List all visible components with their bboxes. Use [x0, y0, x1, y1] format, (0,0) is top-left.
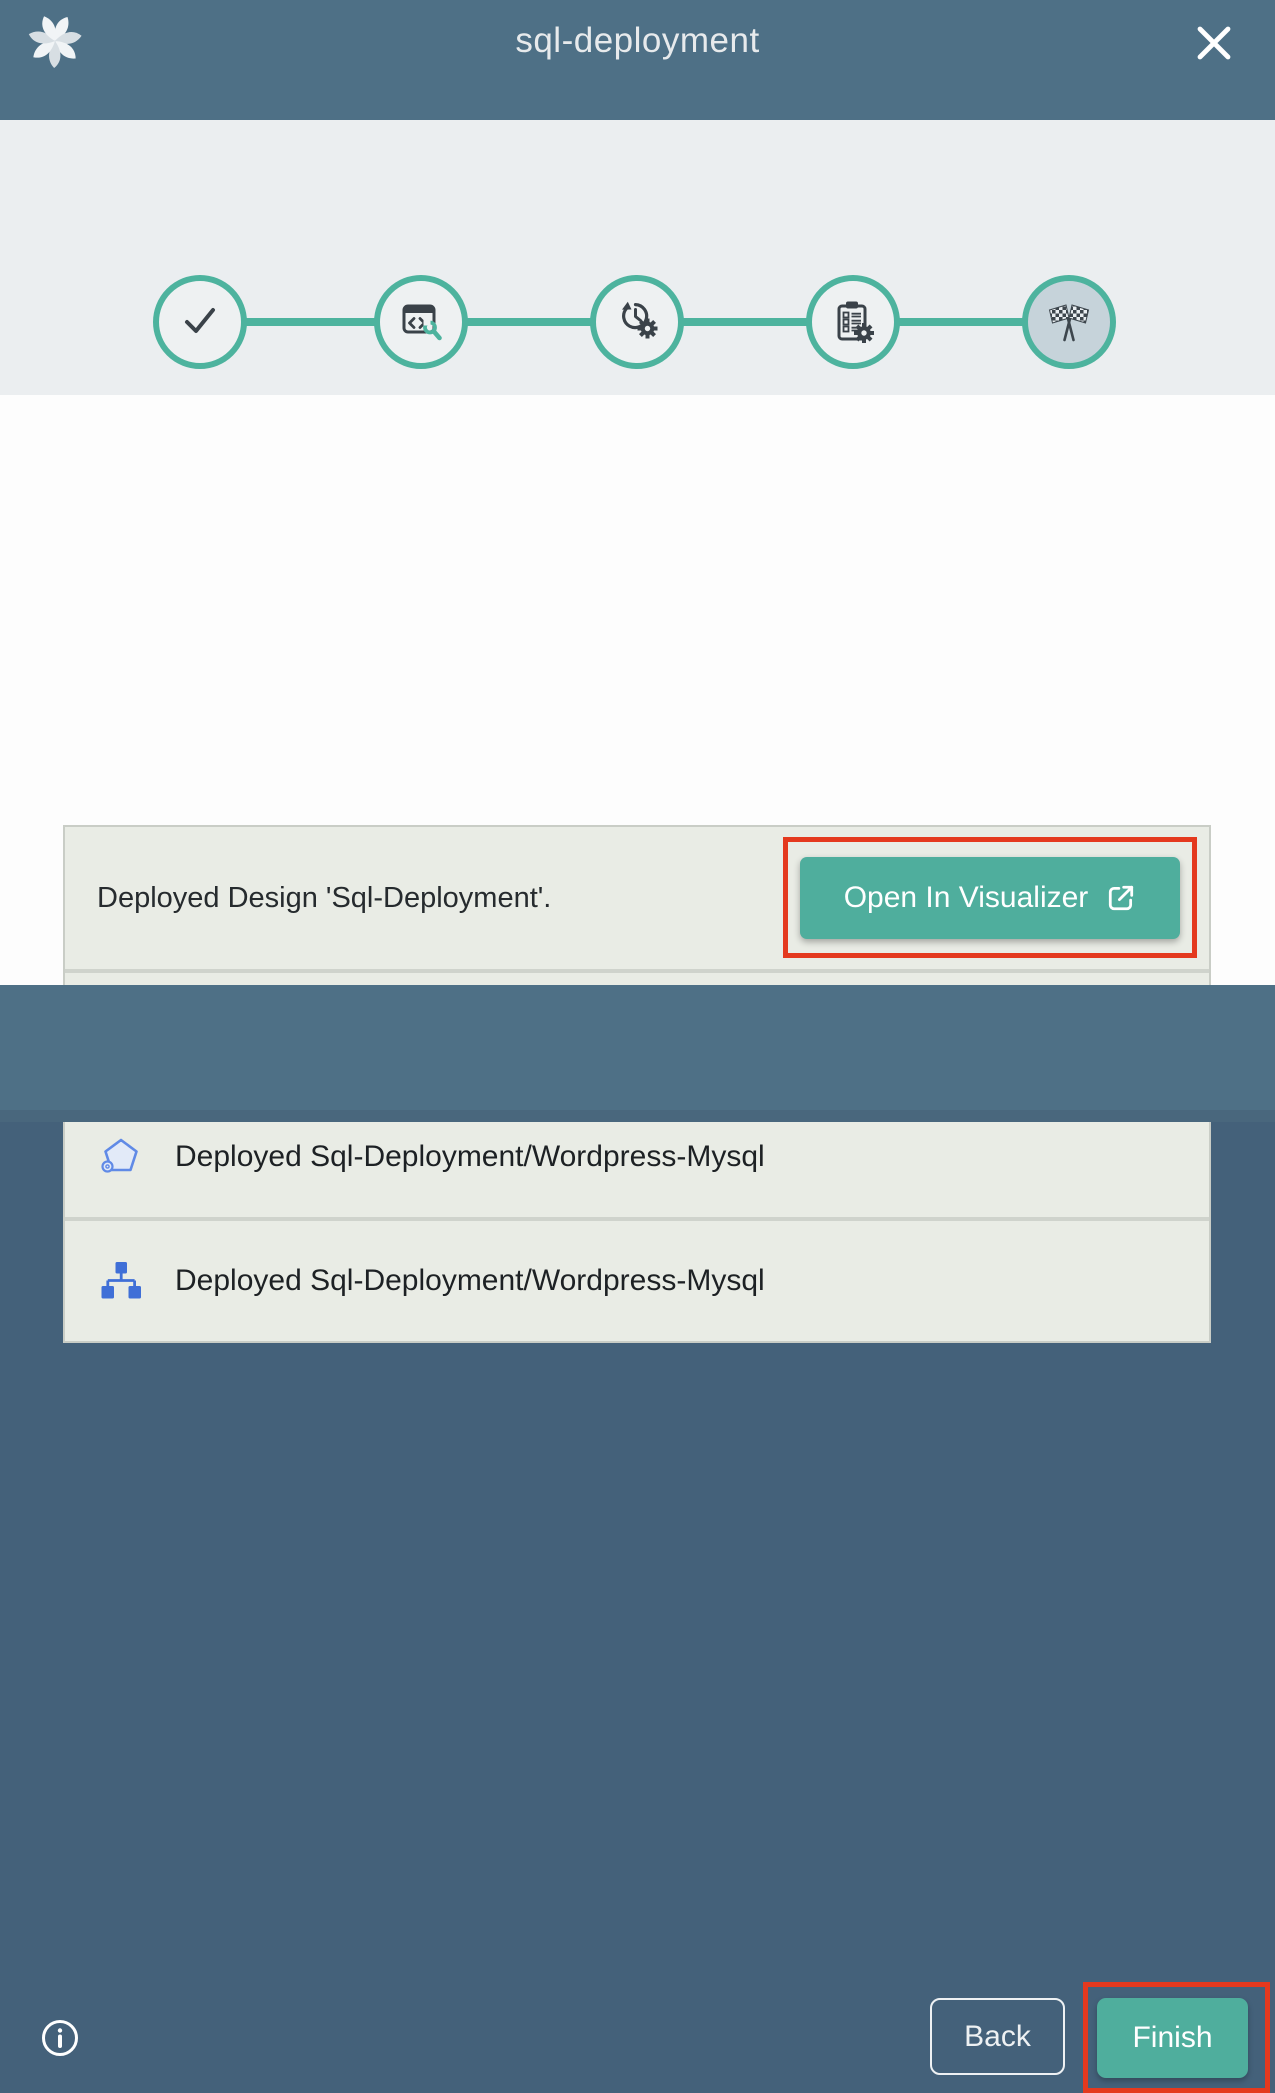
dialog-footer: Back Finish: [0, 985, 1275, 1110]
dry-run-history-gear-icon: [614, 297, 660, 348]
results-panel: Deployed Design 'Sql-Deployment'. ? Depl…: [0, 395, 1275, 985]
annotation-highlight-visualizer: [783, 837, 1197, 958]
check-icon: [178, 298, 222, 347]
finish-flags-icon: [1045, 296, 1093, 349]
dialog-header: sql-deployment: [0, 0, 1275, 120]
pod-pentagon-icon: [97, 1133, 145, 1181]
result-text: Deployed Sql-Deployment/Wordpress-Mysql: [175, 1140, 765, 1174]
info-icon[interactable]: [40, 2018, 80, 2058]
background-strip: [0, 1110, 1275, 1122]
step-finalize-deployment[interactable]: [806, 275, 900, 369]
close-icon[interactable]: [1193, 22, 1235, 64]
annotation-highlight-finish: [1083, 1982, 1270, 2093]
result-text: Deployed Sql-Deployment/Wordpress-Mysql: [175, 1264, 765, 1298]
clipboard-gear-icon: [830, 297, 876, 348]
stepper-connector: [244, 318, 377, 326]
step-dry-run[interactable]: [590, 275, 684, 369]
code-wrench-icon: [398, 297, 444, 348]
deployment-stepper: Validate Design Identify Environments Dr…: [0, 120, 1275, 395]
step-validate-design[interactable]: [153, 275, 247, 369]
dialog-title: sql-deployment: [0, 21, 1275, 61]
deployed-design-message: Deployed Design 'Sql-Deployment'.: [97, 882, 551, 915]
stepper-connector: [681, 318, 809, 326]
deployment-dialog: sql-deployment: [0, 0, 1275, 1122]
deployment-tree-icon: [97, 1257, 145, 1305]
result-row-wordpress-mysql-deployment: Deployed Sql-Deployment/Wordpress-Mysql: [65, 1221, 1209, 1341]
stepper-connector: [897, 318, 1025, 326]
step-finish[interactable]: [1022, 275, 1116, 369]
back-button[interactable]: Back: [930, 1998, 1065, 2075]
stepper-connector: [465, 318, 593, 326]
step-identify-environments[interactable]: [374, 275, 468, 369]
